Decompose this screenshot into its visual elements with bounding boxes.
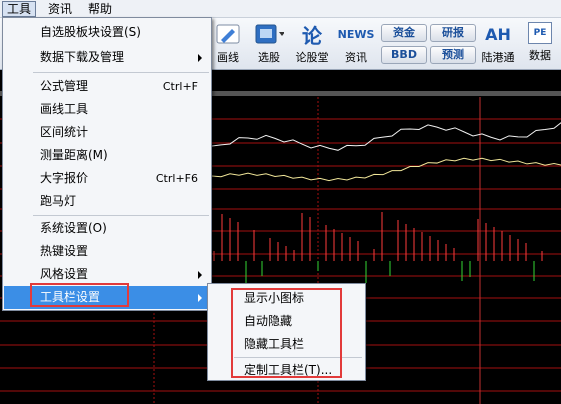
submenu-arrow-icon: [198, 271, 202, 279]
menu-item-label: 数据下载及管理: [40, 50, 125, 64]
menu-separator: [33, 215, 209, 216]
menu-shortcut: Ctrl+F6: [155, 172, 198, 185]
tools-dropdown-menu: 自选股板块设置(S) 数据下载及管理 公式管理 Ctrl+F 画线工具 区间统计 …: [2, 17, 212, 311]
pe-icon: PE: [528, 22, 552, 44]
draw-label: 画线: [217, 51, 239, 64]
menu-item-label: 工具栏设置: [40, 290, 101, 304]
draw-button[interactable]: 画线: [208, 20, 248, 68]
data-button[interactable]: PE 数据: [522, 20, 558, 68]
menu-item-system-settings[interactable]: 系统设置(O): [4, 217, 210, 240]
menu-item-ticker[interactable]: 跑马灯: [4, 190, 210, 213]
forum-icon: 论: [302, 23, 322, 48]
menu-item-big-quote[interactable]: 大字报价 Ctrl+F6: [4, 167, 210, 190]
data-label: 数据: [529, 49, 551, 62]
menu-item-label: 自选股板块设置(S): [40, 25, 141, 39]
menu-separator: [33, 72, 209, 73]
menu-item-hotkey-settings[interactable]: 热键设置: [4, 240, 210, 263]
forecast-button[interactable]: 预测: [430, 46, 476, 64]
toolbar-settings-submenu: 显示小图标 自动隐藏 隐藏工具栏 定制工具栏(T)...: [207, 283, 366, 381]
menu-item-drawing-tools[interactable]: 画线工具: [4, 98, 210, 121]
menu-item-style-settings[interactable]: 风格设置: [4, 263, 210, 286]
menu-item-label: 测量距离(M): [40, 148, 108, 162]
menu-item-formula-management[interactable]: 公式管理 Ctrl+F: [4, 75, 210, 98]
pencil-icon: [213, 22, 243, 46]
average-line: [211, 157, 561, 182]
news-button[interactable]: NEWS 资讯: [336, 20, 376, 68]
menu-item-label: 大字报价: [40, 171, 89, 185]
menu-help[interactable]: 帮助: [84, 1, 116, 17]
menu-item-toolbar-settings[interactable]: 工具栏设置: [4, 286, 210, 309]
price-line: [211, 122, 561, 151]
menu-item-measure-distance[interactable]: 测量距离(M): [4, 144, 210, 167]
select-stock-label: 选股: [258, 51, 280, 64]
select-stock-button[interactable]: 选股: [250, 20, 288, 68]
select-stock-icon: [254, 22, 284, 46]
hk-connect-button[interactable]: AH 陆港通: [478, 20, 518, 68]
menu-bar: 工具 资讯 帮助: [0, 0, 561, 18]
bbd-button[interactable]: BBD: [381, 46, 427, 64]
forum-button[interactable]: 论 论股堂: [292, 20, 332, 68]
funds-button[interactable]: 资金: [381, 24, 427, 42]
menu-shortcut: Ctrl+F: [162, 80, 198, 93]
submenu-item-auto-hide[interactable]: 自动隐藏: [209, 310, 365, 332]
forum-label: 论股堂: [295, 51, 329, 64]
menu-item-label: 风格设置: [40, 267, 89, 281]
menu-item-label: 公式管理: [40, 79, 89, 93]
menu-item-label: 热键设置: [40, 244, 89, 258]
submenu-arrow-icon: [198, 54, 202, 62]
menu-item-label: 画线工具: [40, 102, 89, 116]
submenu-item-hide-toolbar[interactable]: 隐藏工具栏: [209, 333, 365, 355]
menu-news[interactable]: 资讯: [44, 1, 76, 17]
menu-item-watchlist-settings[interactable]: 自选股板块设置(S): [4, 21, 210, 44]
research-button[interactable]: 研报: [430, 24, 476, 42]
submenu-arrow-icon: [198, 294, 202, 302]
menu-tools[interactable]: 工具: [2, 1, 37, 17]
submenu-item-show-small-icons[interactable]: 显示小图标: [209, 287, 365, 309]
submenu-item-customize-toolbar[interactable]: 定制工具栏(T)...: [209, 359, 365, 381]
menu-item-label: 系统设置(O): [40, 221, 107, 235]
menu-item-data-download[interactable]: 数据下载及管理: [4, 46, 210, 69]
menu-item-label: 区间统计: [40, 125, 89, 139]
menu-item-label: 跑马灯: [40, 194, 77, 208]
menu-separator: [234, 357, 362, 358]
news-icon: NEWS: [337, 27, 375, 41]
hk-connect-label: 陆港通: [481, 51, 515, 64]
menu-item-range-stats[interactable]: 区间统计: [4, 121, 210, 144]
news-label: 资讯: [345, 51, 367, 64]
ah-icon: AH: [485, 24, 511, 44]
